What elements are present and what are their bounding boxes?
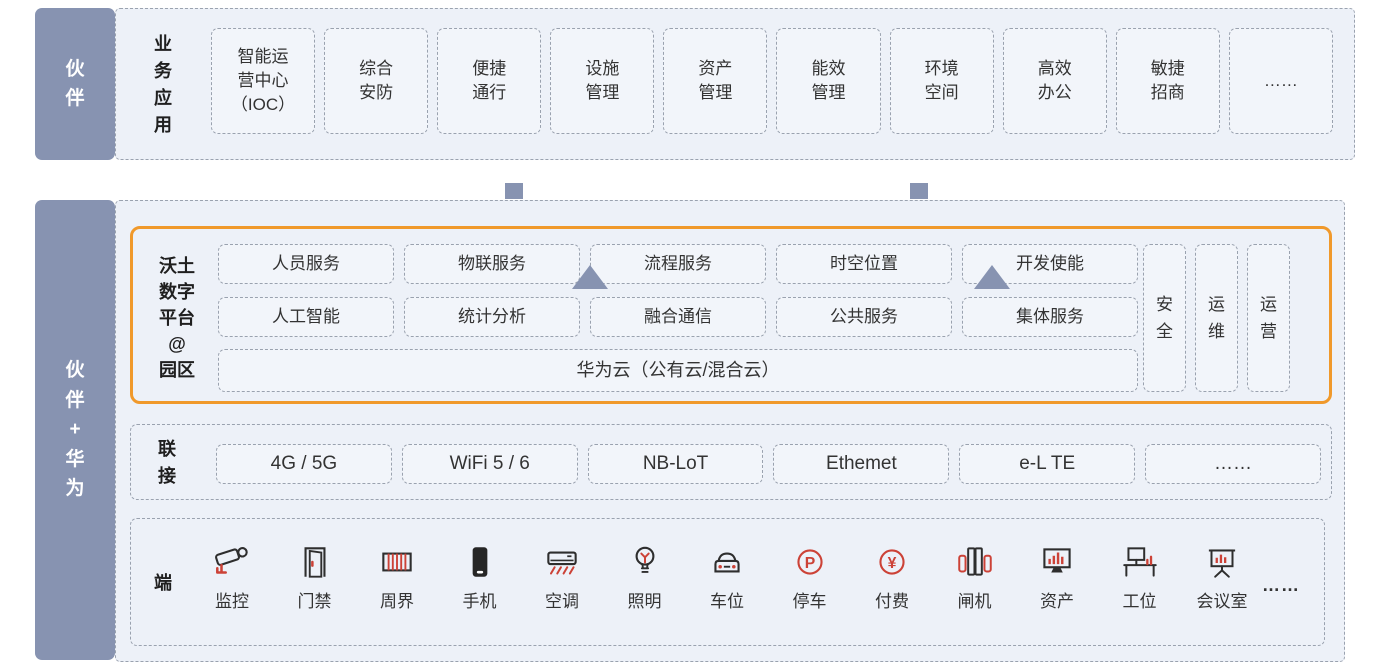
app-box-office: 高效 办公 — [1003, 28, 1107, 134]
connect-box-nbiot: NB-LoT — [588, 444, 764, 484]
digital-platform-label: 沃土 数字 平台 @ 园区 — [147, 243, 207, 393]
connectivity-panel: 联 接 4G / 5G WiFi 5 / 6 NB-LoT Ethemet e-… — [130, 424, 1332, 500]
platform-box-iot: 物联服务 — [404, 244, 580, 284]
connect-box-ethernet: Ethemet — [773, 444, 949, 484]
turnstile-gate-icon — [954, 541, 996, 583]
door-access-icon — [294, 541, 336, 583]
terminal-item: 照明 — [612, 541, 678, 612]
payment-yuan-icon: ¥ — [871, 541, 913, 583]
connector-square — [505, 183, 523, 199]
app-box-environment: 环境 空间 — [890, 28, 994, 134]
platform-box-collective: 集体服务 — [962, 297, 1138, 337]
svg-text:¥: ¥ — [888, 555, 897, 572]
light-bulb-icon — [624, 541, 666, 583]
app-box-asset: 资产 管理 — [663, 28, 767, 134]
svg-text:P: P — [804, 555, 815, 572]
app-box-leasing: 敏捷 招商 — [1116, 28, 1220, 134]
app-box-energy: 能效 管理 — [776, 28, 880, 134]
car-space-icon — [706, 541, 748, 583]
pillar-operations: 运 维 — [1195, 244, 1238, 392]
platform-box-stats: 统计分析 — [404, 297, 580, 337]
meeting-room-board-icon — [1201, 541, 1243, 583]
terminal-item: 会议室 — [1189, 541, 1255, 612]
up-arrow-icon — [572, 265, 608, 289]
terminal-item-label: 车位 — [710, 587, 744, 612]
connect-box-wifi: WiFi 5 / 6 — [402, 444, 578, 484]
terminal-item: 手机 — [447, 541, 513, 612]
terminal-item: 监控 — [199, 541, 265, 612]
terminal-panel: 端 监控 门禁 — [130, 518, 1325, 646]
business-apps-row: 智能运 营中心 （IOC） 综合 安防 便捷 通行 设施 管理 资产 管理 能效… — [211, 28, 1333, 134]
up-arrow-icon — [974, 265, 1010, 289]
pillar-business: 运 营 — [1247, 244, 1290, 392]
terminal-item: P 停车 — [777, 541, 843, 612]
business-apps-label: 业 务 应 用 — [143, 26, 183, 144]
connectivity-row: 4G / 5G WiFi 5 / 6 NB-LoT Ethemet e-L TE… — [216, 444, 1321, 484]
terminal-item-label: 停车 — [793, 587, 827, 612]
terminal-item-label: 照明 — [628, 587, 662, 612]
workstation-desk-icon — [1119, 541, 1161, 583]
connector-square — [910, 183, 928, 199]
app-box-more: …… — [1229, 28, 1333, 134]
terminal-label: 端 — [147, 563, 179, 603]
terminal-item-label: 会议室 — [1197, 587, 1248, 612]
smart-campus-architecture-diagram: 伙 伴 业 务 应 用 智能运 营中心 （IOC） 综合 安防 便捷 通行 设施… — [0, 0, 1400, 668]
perimeter-fence-icon — [376, 541, 418, 583]
terminal-item: 车位 — [694, 541, 760, 612]
partner-huawei-sidebar: 伙 伴 + 华 为 — [35, 200, 115, 660]
terminal-row: 监控 门禁 周界 — [199, 541, 1255, 612]
platform-box-public: 公共服务 — [776, 297, 952, 337]
terminal-item-label: 付费 — [875, 587, 909, 612]
app-box-facility: 设施 管理 — [550, 28, 654, 134]
cctv-camera-icon — [211, 541, 253, 583]
platform-box-process: 流程服务 — [590, 244, 766, 284]
connectivity-label: 联 接 — [147, 434, 187, 492]
platform-box-personnel: 人员服务 — [218, 244, 394, 284]
terminal-item: ¥ 付费 — [859, 541, 925, 612]
air-conditioner-icon — [541, 541, 583, 583]
platform-box-ai: 人工智能 — [218, 297, 394, 337]
terminal-more-ellipsis: …… — [1262, 575, 1300, 596]
terminal-item-label: 工位 — [1123, 587, 1157, 612]
app-box-access: 便捷 通行 — [437, 28, 541, 134]
connect-box-4g5g: 4G / 5G — [216, 444, 392, 484]
business-apps-panel: 业 务 应 用 智能运 营中心 （IOC） 综合 安防 便捷 通行 设施 管理 … — [115, 8, 1355, 160]
platform-box-comm: 融合通信 — [590, 297, 766, 337]
parking-sign-icon: P — [789, 541, 831, 583]
terminal-item-label: 闸机 — [958, 587, 992, 612]
app-box-security: 综合 安防 — [324, 28, 428, 134]
huawei-cloud-box: 华为云（公有云/混合云） — [218, 349, 1138, 392]
platform-box-geo: 时空位置 — [776, 244, 952, 284]
smartphone-icon — [459, 541, 501, 583]
app-box-ioc: 智能运 营中心 （IOC） — [211, 28, 315, 134]
terminal-item: 周界 — [364, 541, 430, 612]
terminal-item-label: 资产 — [1040, 587, 1074, 612]
partner-sidebar: 伙 伴 — [35, 8, 115, 160]
terminal-item: 资产 — [1024, 541, 1090, 612]
asset-monitor-icon — [1036, 541, 1078, 583]
terminal-item-label: 手机 — [463, 587, 497, 612]
terminal-item: 门禁 — [282, 541, 348, 612]
terminal-item-label: 监控 — [215, 587, 249, 612]
terminal-item-label: 周界 — [380, 587, 414, 612]
connect-box-more: …… — [1145, 444, 1321, 484]
terminal-item: 工位 — [1107, 541, 1173, 612]
terminal-item-label: 空调 — [545, 587, 579, 612]
digital-platform-box: 沃土 数字 平台 @ 园区 人员服务 物联服务 流程服务 时空位置 开发使能 人… — [130, 226, 1332, 404]
connect-box-elte: e-L TE — [959, 444, 1135, 484]
terminal-item: 空调 — [529, 541, 595, 612]
pillar-security: 安 全 — [1143, 244, 1186, 392]
terminal-item: 闸机 — [942, 541, 1008, 612]
terminal-item-label: 门禁 — [298, 587, 332, 612]
